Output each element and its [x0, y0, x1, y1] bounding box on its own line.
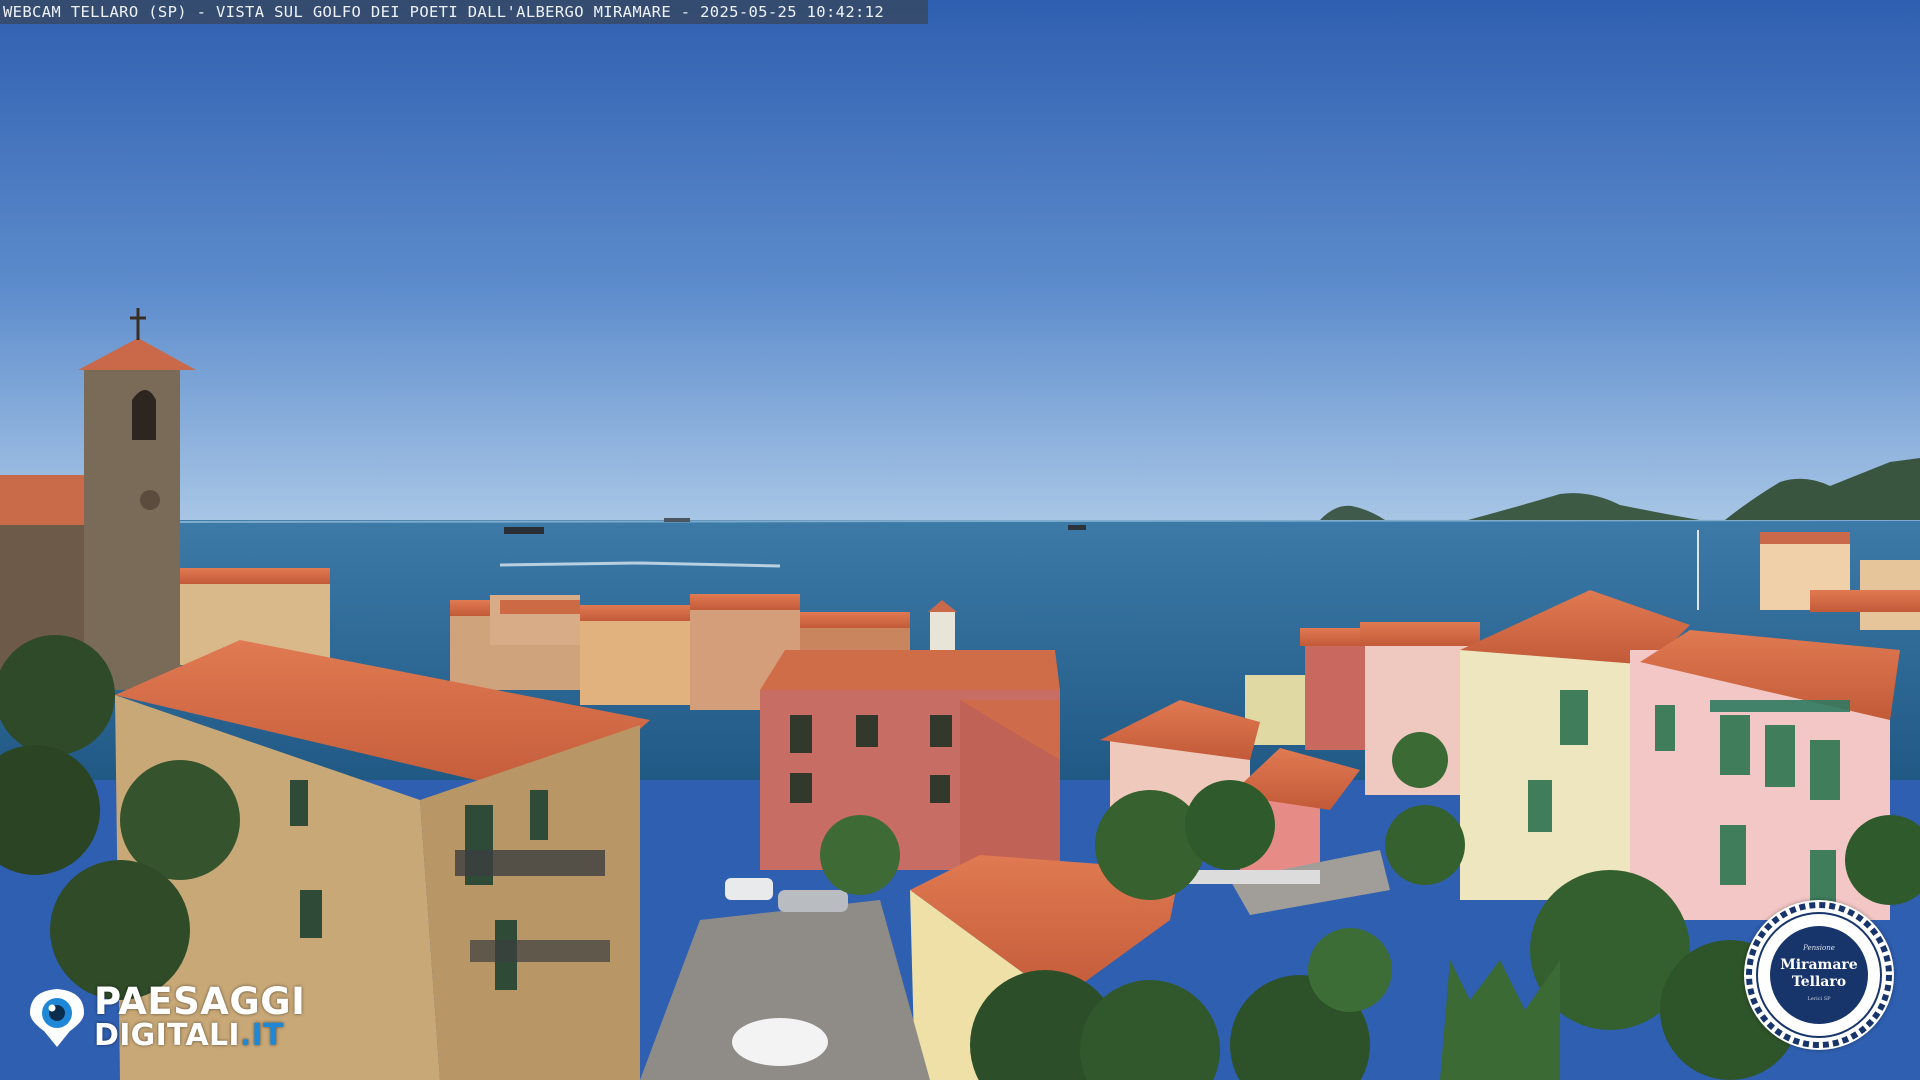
timestamp-caption: WEBCAM TELLARO (SP) - VISTA SUL GOLFO DE… — [3, 3, 885, 21]
boat — [504, 527, 544, 534]
seal-inner: Pensione Miramare Tellaro Lerici SP — [1770, 926, 1868, 1024]
logo-line2: DIGITALI.IT — [94, 1020, 284, 1052]
boat — [664, 518, 690, 522]
logo-line2-main: DIGITALI — [94, 1018, 240, 1053]
seal-tiny-text: Lerici SP — [1807, 996, 1831, 1002]
logo-line2-suffix: .IT — [239, 1018, 284, 1053]
seal-name-line2: Tellaro — [1791, 974, 1847, 990]
webcam-scene — [0, 0, 1920, 1080]
sky — [0, 0, 1920, 525]
paesaggi-digitali-logo: PAESAGGI DIGITALI.IT — [28, 982, 358, 1052]
church-roof — [0, 475, 92, 525]
webcam-frame: WEBCAM TELLARO (SP) - VISTA SUL GOLFO DE… — [0, 0, 1920, 1080]
logo-line1: PAESAGGI — [94, 980, 306, 1023]
timestamp-caption-bar: WEBCAM TELLARO (SP) - VISTA SUL GOLFO DE… — [0, 0, 928, 24]
miramare-tellaro-seal-logo: Pensione Miramare Tellaro Lerici SP — [1744, 900, 1894, 1050]
boat — [1068, 525, 1086, 530]
eye-pin-icon — [30, 989, 84, 1047]
seal-small-text: Pensione — [1803, 944, 1835, 952]
seal-name-line1: Miramare — [1780, 957, 1858, 973]
